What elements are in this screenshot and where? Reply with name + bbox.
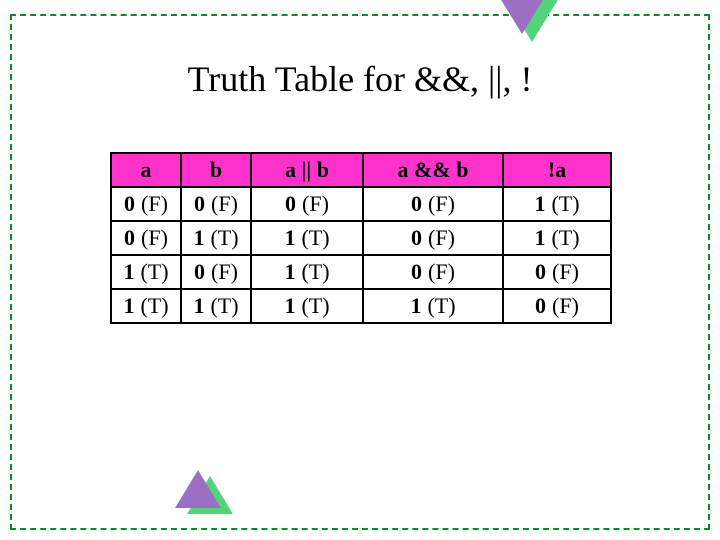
cell-a: 0(F) [111,187,181,221]
cell-not: 1(T) [503,187,611,221]
cell-b: 1(T) [181,289,251,323]
cell-and: 0(F) [363,255,503,289]
cell-a: 1(T) [111,255,181,289]
cell-b: 0(F) [181,187,251,221]
cell-and: 1(T) [363,289,503,323]
slide-title: Truth Table for &&, ||, ! [0,58,720,100]
cell-or: 0(F) [251,187,363,221]
cell-a: 1(T) [111,289,181,323]
cell-and: 0(F) [363,221,503,255]
triangle-icon [175,470,221,508]
cell-or: 1(T) [251,221,363,255]
cell-not: 0(F) [503,255,611,289]
cell-or: 1(T) [251,289,363,323]
triangle-icon [495,0,549,34]
col-header-and: a && b [363,153,503,187]
cell-b: 1(T) [181,221,251,255]
cell-b: 0(F) [181,255,251,289]
table-header-row: a b a || b a && b !a [111,153,611,187]
cell-not: 1(T) [503,221,611,255]
col-header-a: a [111,153,181,187]
cell-and: 0(F) [363,187,503,221]
cell-not: 0(F) [503,289,611,323]
col-header-or: a || b [251,153,363,187]
col-header-b: b [181,153,251,187]
table-row: 1(T) 1(T) 1(T) 1(T) 0(F) [111,289,611,323]
table-row: 0(F) 1(T) 1(T) 0(F) 1(T) [111,221,611,255]
col-header-not: !a [503,153,611,187]
truth-table: a b a || b a && b !a 0(F) 0(F) 0(F) 0(F)… [110,152,612,324]
cell-a: 0(F) [111,221,181,255]
cell-or: 1(T) [251,255,363,289]
table-row: 0(F) 0(F) 0(F) 0(F) 1(T) [111,187,611,221]
table-row: 1(T) 0(F) 1(T) 0(F) 0(F) [111,255,611,289]
